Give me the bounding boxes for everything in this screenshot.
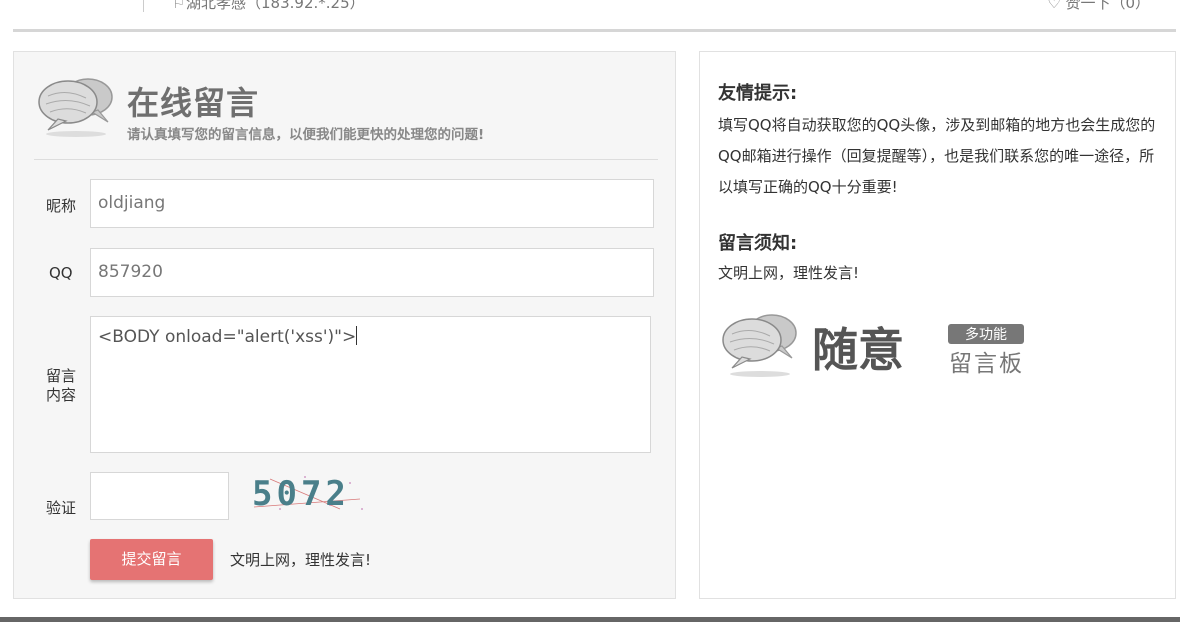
brand-sub-text: 留言板 [949,351,1024,377]
message-form-panel: 在线留言 请认真填写您的留言信息，以便我们能更快的处理您的问题! 昵称 oldj… [13,51,676,599]
brand-badge-text: 多功能 [965,326,1007,343]
captcha-input[interactable] [90,472,229,520]
tips-text: 填写QQ将自动获取您的QQ头像，涉及到邮箱的地方也会生成您的QQ邮箱进行操作（回… [718,116,1156,196]
section-divider [13,29,1176,32]
form-header-divider [34,159,658,160]
heart-icon: ♡ [1047,0,1061,12]
qq-label: QQ [49,264,73,282]
flag-icon: ⚐ [172,0,186,12]
verify-label: 验证 [46,499,77,517]
comment-location: ⚐湖北孝感（183.92.*.25） [172,0,365,13]
location-text: 湖北孝感（183.92.*.25） [186,0,365,12]
like-button[interactable]: ♡ 赞一下（0） [1047,0,1150,13]
captcha-text: 5072 [252,474,350,514]
submit-button[interactable]: 提交留言 [90,539,213,580]
nickname-label: 昵称 [46,197,77,215]
notice-text: 文明上网，理性发言! [718,264,860,282]
notice-heading: 留言须知: [718,233,798,254]
previous-comment-row: ⚐湖北孝感（183.92.*.25） ♡ 赞一下（0） [0,0,1180,30]
row-divider [143,0,144,12]
nickname-input[interactable]: oldjiang [90,179,654,228]
content-label-line1: 留言 [46,367,77,385]
tips-heading: 友情提示: [718,83,798,104]
content-textarea[interactable]: <BODY onload="alert('xss')"> [90,316,651,453]
chat-bubbles-icon [38,78,113,137]
guestbook-logo: 随意 多功能 留言板 [722,314,1024,377]
tips-panel: 友情提示: 填写QQ将自动获取您的QQ头像，涉及到邮箱的地方也会生成您的QQ邮箱… [699,51,1176,599]
footer-border [0,617,1180,622]
content-label-line2: 内容 [46,386,77,404]
content-label: 留言 内容 [46,367,76,405]
submit-note: 文明上网，理性发言! [230,551,372,569]
form-subtitle: 请认真填写您的留言信息，以便我们能更快的处理您的问题! [127,127,485,143]
brand-bubbles-icon [722,314,797,377]
content-text: <BODY onload="alert('xss')"> [98,327,357,347]
form-title: 在线留言 [127,84,260,122]
captcha-image[interactable]: 5072 [250,469,368,515]
like-label: 赞一下（0） [1065,0,1150,12]
text-caret [356,326,358,345]
qq-input[interactable]: 857920 [90,248,654,297]
brand-main-text: 随意 [812,323,904,377]
